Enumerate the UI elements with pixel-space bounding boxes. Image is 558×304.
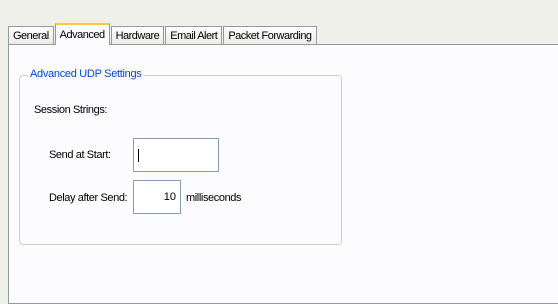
tab-strip: General Advanced Hardware Email Alert Pa…: [8, 20, 318, 45]
send-at-start-label: Send at Start:: [49, 149, 111, 161]
delay-after-send-label: Delay after Send:: [49, 192, 128, 204]
tab-general[interactable]: General: [8, 26, 54, 44]
milliseconds-unit-label: milliseconds: [186, 192, 242, 204]
tab-email-alert[interactable]: Email Alert: [165, 26, 223, 44]
delay-after-send-value: 10: [163, 191, 176, 203]
group-title: Advanced UDP Settings: [28, 68, 144, 80]
tab-hardware[interactable]: Hardware: [110, 26, 165, 44]
tab-packet-forwarding[interactable]: Packet Forwarding: [223, 26, 317, 44]
delay-after-send-input[interactable]: 10: [133, 180, 181, 214]
text-caret: [138, 149, 139, 162]
tab-advanced[interactable]: Advanced: [54, 23, 110, 45]
send-at-start-input[interactable]: [133, 138, 219, 172]
session-strings-label: Session Strings:: [34, 104, 108, 116]
